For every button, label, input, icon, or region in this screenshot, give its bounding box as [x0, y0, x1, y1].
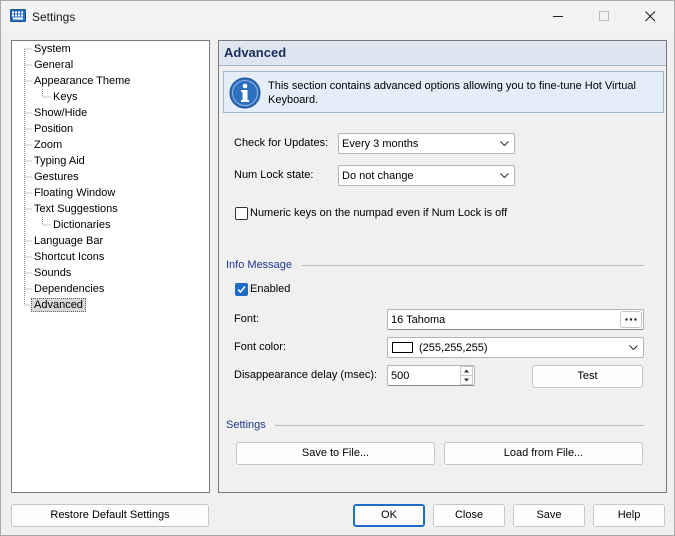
section-divider	[275, 425, 644, 426]
font-browse-button[interactable]	[620, 311, 642, 328]
spin-arrows-icon[interactable]	[460, 366, 473, 385]
tree-item-label: Zoom	[34, 139, 63, 151]
tree-item-label: Gestures	[34, 171, 79, 183]
tree-item-advanced[interactable]: Advanced	[31, 298, 86, 313]
more-icon	[625, 318, 637, 321]
close-window-button[interactable]	[628, 1, 674, 32]
font-color-combo[interactable]: (255,255,255)	[387, 337, 644, 358]
test-button[interactable]: Test	[532, 365, 643, 388]
tree-item-label: System	[34, 43, 71, 55]
tree-item-keys[interactable]: Keys	[53, 90, 77, 105]
restore-default-settings-button[interactable]: Restore Default Settings	[11, 504, 209, 527]
tree-item-label: Appearance Theme	[34, 75, 131, 87]
advanced-panel: Advanced This section contains advanced …	[218, 40, 667, 493]
tree-item-label: Dictionaries	[53, 219, 111, 231]
tree-item-label: Sounds	[34, 267, 72, 279]
tree-item-system[interactable]: System	[34, 42, 71, 57]
numeric-keys-label[interactable]: Numeric keys on the numpad even if Num L…	[250, 207, 507, 219]
font-color-value: (255,255,255)	[419, 342, 488, 354]
enabled-checkbox[interactable]	[235, 283, 248, 296]
tree-item-general[interactable]: General	[34, 58, 73, 73]
keyboard-icon	[10, 9, 26, 22]
title-bar[interactable]: Settings	[1, 1, 674, 32]
tree-item-show-hide[interactable]: Show/Hide	[34, 106, 87, 121]
save-button[interactable]: Save	[513, 504, 585, 527]
tree-item-text-suggestions[interactable]: Text Suggestions	[34, 202, 118, 217]
info-message-section-title: Info Message	[226, 259, 293, 271]
info-text: This section contains advanced options a…	[268, 80, 636, 106]
tree-item-shortcut-icons[interactable]: Shortcut Icons	[34, 250, 104, 265]
checkmark-icon	[237, 286, 246, 294]
chevron-down-icon	[500, 141, 509, 147]
font-value: 16 Tahoma	[391, 314, 446, 326]
close-button[interactable]: Close	[433, 504, 505, 527]
help-button[interactable]: Help	[593, 504, 665, 527]
tree-item-label: Dependencies	[34, 283, 105, 295]
num-lock-label: Num Lock state:	[234, 169, 314, 181]
window-title: Settings	[32, 10, 76, 24]
numeric-keys-checkbox[interactable]	[235, 207, 248, 220]
panel-header: Advanced	[219, 41, 666, 66]
font-field[interactable]: 16 Tahoma	[387, 309, 644, 330]
section-divider	[302, 265, 644, 266]
check-updates-combo[interactable]: Every 3 months	[338, 133, 515, 154]
maximize-icon	[599, 11, 609, 21]
load-from-file-button[interactable]: Load from File...	[444, 442, 643, 465]
tree-item-label: Language Bar	[34, 235, 104, 247]
info-box: This section contains advanced options a…	[223, 71, 664, 113]
delay-input[interactable]: 500	[387, 365, 475, 386]
save-to-file-button[interactable]: Save to File...	[236, 442, 435, 465]
settings-tree[interactable]: System General Appearance Theme Keys Sho…	[11, 40, 210, 493]
color-swatch	[392, 342, 413, 353]
check-updates-label: Check for Updates:	[234, 137, 329, 149]
check-updates-value: Every 3 months	[342, 138, 419, 150]
tree-item-label: Shortcut Icons	[34, 251, 105, 263]
chevron-down-icon	[629, 345, 638, 351]
tree-item-language-bar[interactable]: Language Bar	[34, 234, 103, 249]
tree-item-typing-aid[interactable]: Typing Aid	[34, 154, 85, 169]
tree-item-position[interactable]: Position	[34, 122, 73, 137]
tree-item-label: Floating Window	[34, 187, 116, 199]
tree-item-sounds[interactable]: Sounds	[34, 266, 71, 281]
tree-item-floating-window[interactable]: Floating Window	[34, 186, 115, 201]
ok-button[interactable]: OK	[353, 504, 425, 527]
tree-item-zoom[interactable]: Zoom	[34, 138, 62, 153]
minimize-icon	[553, 16, 563, 17]
settings-section-title: Settings	[226, 419, 266, 431]
info-icon	[229, 77, 261, 109]
close-icon	[645, 11, 656, 22]
delay-label: Disappearance delay (msec):	[234, 369, 378, 381]
tree-item-label: Keys	[53, 91, 78, 103]
tree-item-label: Text Suggestions	[34, 203, 118, 215]
font-color-label: Font color:	[234, 341, 286, 353]
maximize-button[interactable]	[582, 1, 628, 32]
enabled-label[interactable]: Enabled	[250, 283, 290, 295]
tree-item-label: Advanced	[31, 298, 86, 312]
tree-item-appearance-theme[interactable]: Appearance Theme	[34, 74, 130, 89]
chevron-down-icon	[500, 173, 509, 179]
tree-item-gestures[interactable]: Gestures	[34, 170, 79, 185]
tree-item-label: General	[34, 59, 74, 71]
delay-value: 500	[391, 370, 410, 382]
panel-title: Advanced	[224, 45, 287, 60]
tree-item-dependencies[interactable]: Dependencies	[34, 282, 104, 297]
tree-item-dictionaries[interactable]: Dictionaries	[53, 218, 110, 233]
num-lock-value: Do not change	[342, 170, 414, 182]
settings-window: Settings System General Appearance Theme…	[0, 0, 675, 536]
tree-item-label: Show/Hide	[34, 107, 88, 119]
font-label: Font:	[234, 313, 260, 325]
minimize-button[interactable]	[536, 1, 582, 32]
tree-item-label: Position	[34, 123, 74, 135]
tree-item-label: Typing Aid	[34, 155, 85, 167]
num-lock-combo[interactable]: Do not change	[338, 165, 515, 186]
